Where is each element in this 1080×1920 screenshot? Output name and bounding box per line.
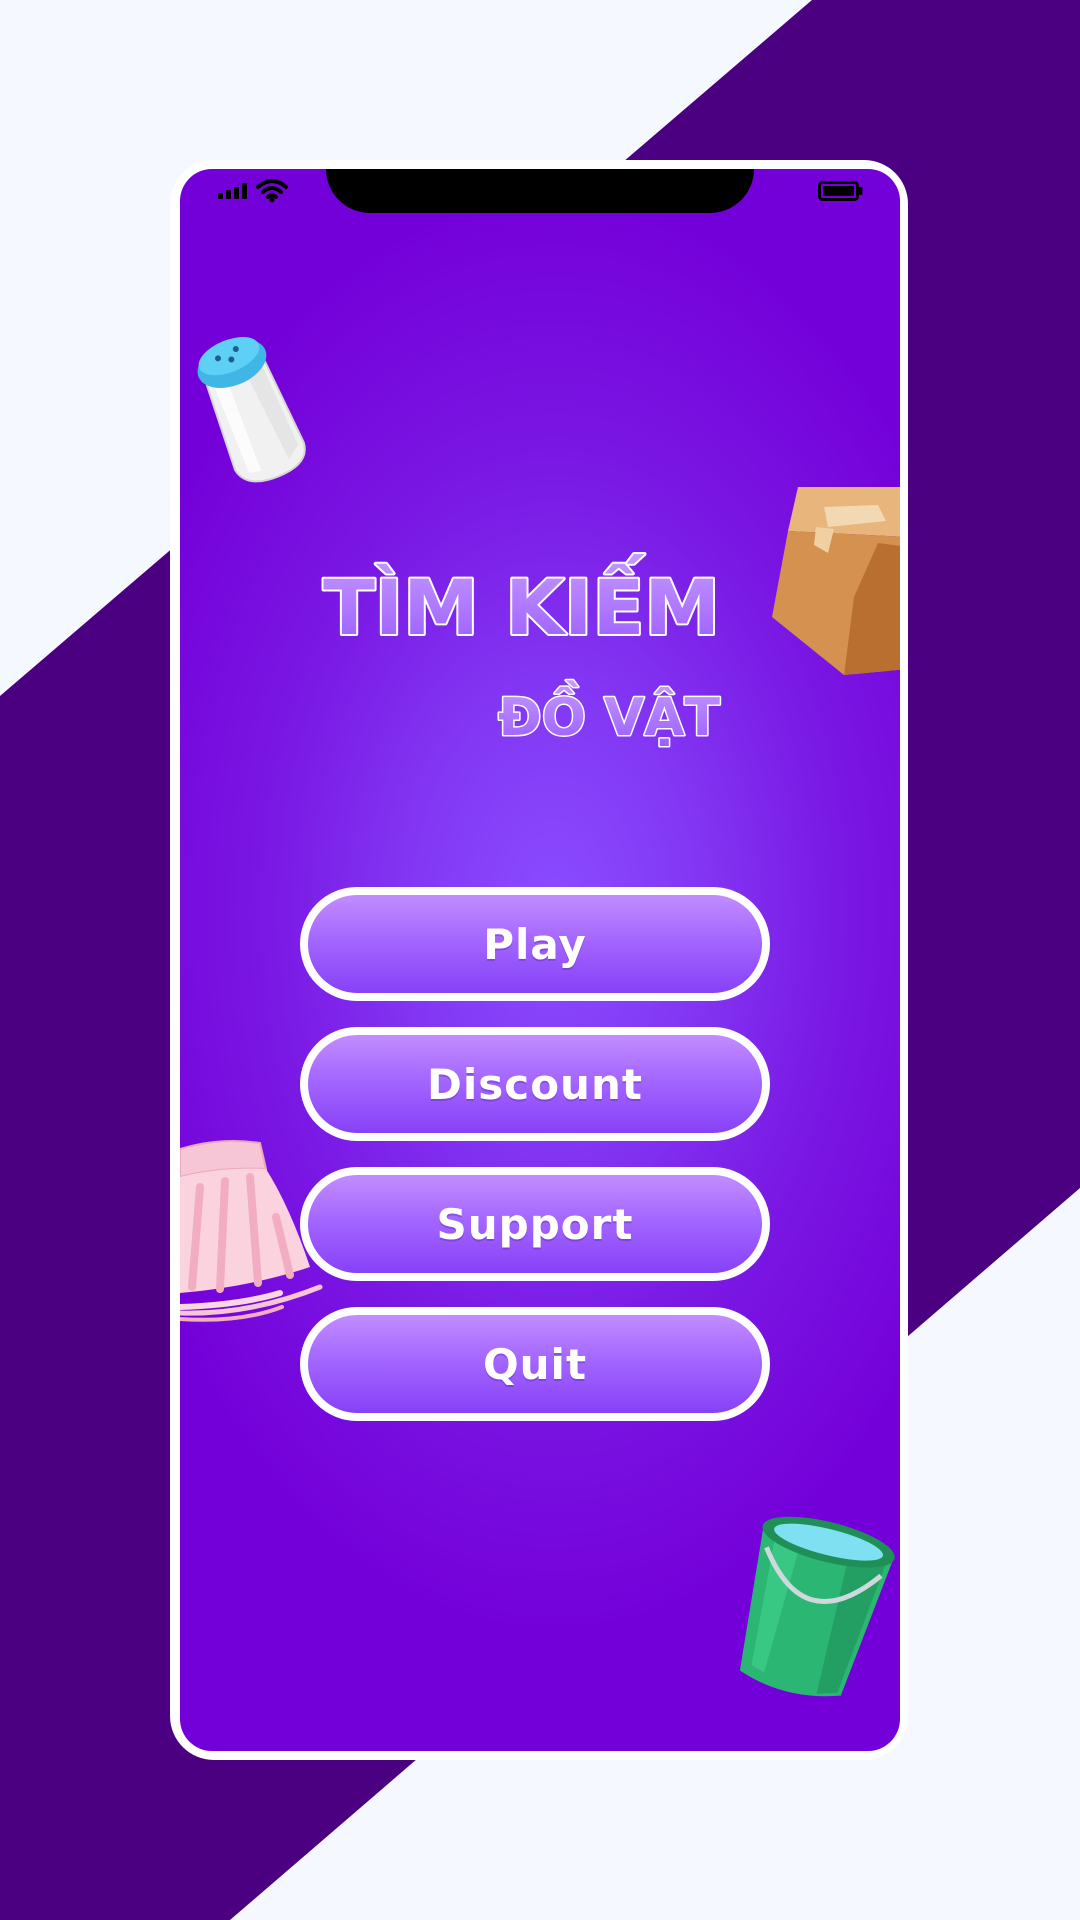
title-line-2: ĐỒ VẬT <box>498 680 720 748</box>
support-button[interactable]: Support <box>300 1167 770 1281</box>
support-button-label: Support <box>436 1199 634 1249</box>
play-button-label: Play <box>483 919 587 969</box>
game-title-logo: TÌM KIẾM ĐỒ VẬT <box>321 551 722 750</box>
quit-button[interactable]: Quit <box>300 1307 770 1421</box>
title-line-1: TÌM KIẾM <box>323 553 720 652</box>
green-bucket-icon <box>739 1516 895 1697</box>
play-button[interactable]: Play <box>300 887 770 1001</box>
discount-button[interactable]: Discount <box>300 1027 770 1141</box>
phone-screen: TÌM KIẾM ĐỒ VẬT Play Discount Support Qu… <box>180 169 900 1751</box>
quit-button-label: Quit <box>482 1339 588 1389</box>
main-menu: Play Discount Support Quit <box>300 887 770 1447</box>
discount-button-label: Discount <box>427 1059 643 1109</box>
